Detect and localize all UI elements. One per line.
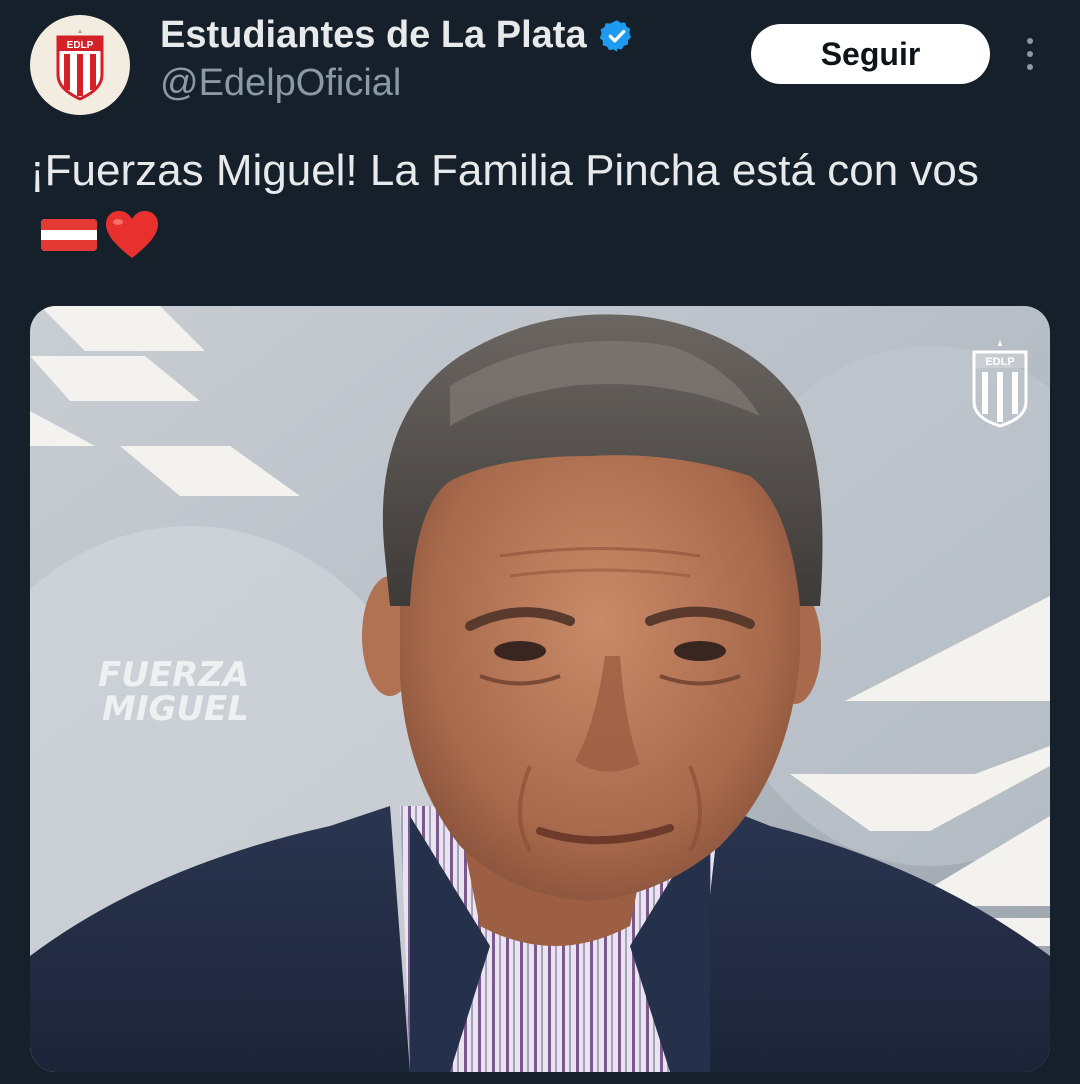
heart-emoji-icon (106, 211, 158, 259)
tweet-text: ¡Fuerzas Miguel! La Familia Pincha está … (30, 140, 1040, 264)
more-dot (1027, 64, 1033, 70)
tweet-text-content: ¡Fuerzas Miguel! La Familia Pincha está … (30, 146, 979, 195)
author-name-row: Estudiantes de La Plata (160, 14, 635, 57)
author-avatar[interactable]: EDLP (30, 15, 130, 115)
more-dot (1027, 51, 1033, 57)
tweet: EDLP Estudiantes de La Plata @EdelpOfici… (0, 0, 1080, 1084)
flag-emoji-icon (41, 219, 97, 252)
verified-badge-icon (599, 19, 631, 52)
author-display-name[interactable]: Estudiantes de La Plata (160, 14, 587, 57)
author-handle[interactable]: @EdelpOficial (160, 62, 401, 105)
overlay-text-line2: MIGUEL (102, 689, 249, 729)
media-artwork: FUERZA MIGUEL EDLP (30, 306, 1050, 1072)
club-crest-icon: EDLP (56, 29, 104, 101)
tweet-media-image[interactable]: FUERZA MIGUEL EDLP (30, 306, 1050, 1072)
follow-button[interactable]: Seguir (751, 24, 990, 84)
more-dot (1027, 38, 1033, 44)
tweet-emojis (40, 210, 160, 260)
badge-text: EDLP (985, 356, 1014, 368)
avatar-crest-text: EDLP (67, 40, 94, 51)
more-options-icon[interactable] (1012, 32, 1048, 76)
